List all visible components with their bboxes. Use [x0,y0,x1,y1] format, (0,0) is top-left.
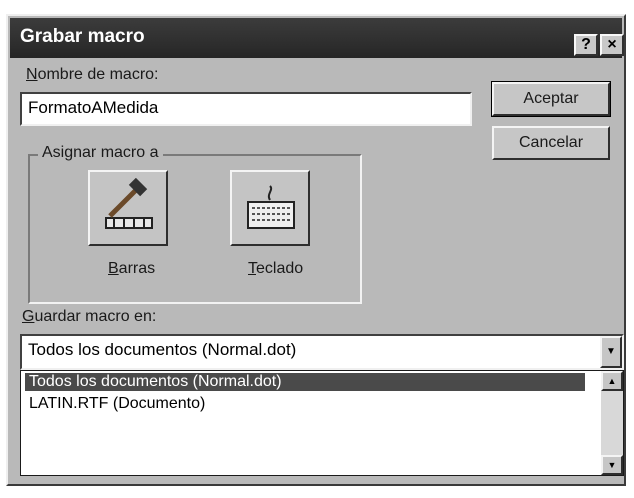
cancel-button[interactable]: Cancelar [492,126,610,160]
list-scrollbar[interactable]: ▲ ▼ [601,371,623,475]
assign-macro-group: Asignar macro a Barras Teclado [28,144,362,304]
title-bar[interactable]: Grabar macro ? × [10,18,624,58]
save-in-dropdown[interactable]: Todos los documentos (Normal.dot) [20,334,624,370]
dropdown-arrow-button[interactable]: ▼ [600,336,622,368]
record-macro-dialog: Grabar macro ? × Nombre de macro: Format… [6,14,626,486]
chevron-down-icon: ▼ [606,346,616,357]
accept-button[interactable]: Aceptar [491,81,611,117]
toolbars-label: Barras [108,260,156,277]
list-item[interactable]: Todos los documentos (Normal.dot) [25,373,585,391]
dialog-title: Grabar macro [20,26,145,47]
macro-name-input[interactable]: FormatoAMedida [20,92,472,126]
help-button[interactable]: ? [574,34,598,56]
assign-macro-label: Asignar macro a [38,144,163,162]
chevron-up-icon: ▲ [607,376,617,386]
list-item[interactable]: LATIN.RTF (Documento) [25,395,209,413]
keyboard-label: Teclado [248,260,304,277]
macro-name-label: Nombre de macro: [26,66,159,83]
chevron-down-icon: ▼ [607,460,617,470]
save-in-selected: Todos los documentos (Normal.dot) [28,340,297,359]
toolbars-button[interactable] [88,170,168,246]
scroll-down-button[interactable]: ▼ [601,455,623,475]
keyboard-button[interactable] [230,170,310,246]
close-button[interactable]: × [600,34,624,56]
save-in-label: Guardar macro en: [22,308,157,325]
scroll-up-button[interactable]: ▲ [601,371,623,391]
save-in-options-list[interactable]: Todos los documentos (Normal.dot) LATIN.… [20,370,624,476]
